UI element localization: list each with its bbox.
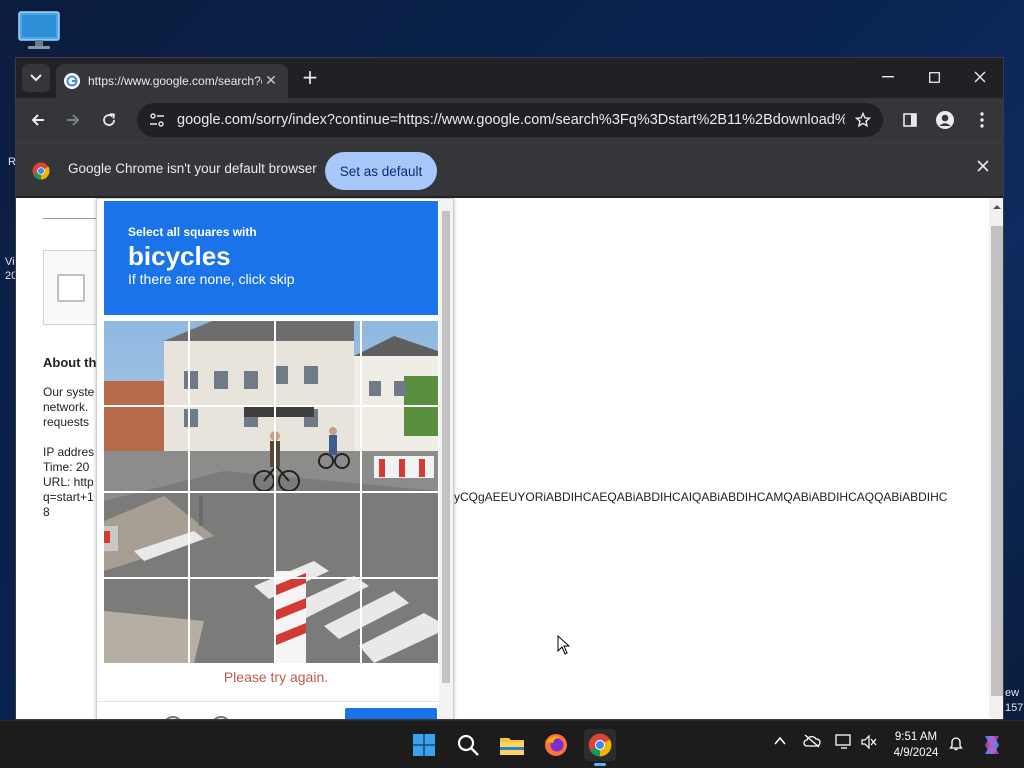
url-line: 8 — [43, 505, 50, 519]
image-grid[interactable] — [104, 321, 438, 663]
tab-title: https://www.google.com/search?q=start+11… — [88, 74, 262, 88]
volume-muted-icon[interactable] — [861, 734, 877, 750]
desktop-label-fragment: ew — [1005, 687, 1020, 699]
chevron-down-icon — [30, 74, 42, 82]
page-scrollbar[interactable] — [989, 198, 1004, 719]
more-vertical-icon — [980, 112, 984, 128]
chrome-menu-button[interactable] — [968, 106, 996, 134]
ip-line: IP addres — [43, 445, 95, 459]
recaptcha-challenge: Select all squares with bicycles If ther… — [96, 198, 454, 719]
minimize-icon — [882, 76, 894, 78]
desktop-label-fragment: 157 — [1005, 702, 1024, 714]
taskbar: 9:51 AM 4/9/2024 — [0, 720, 1024, 768]
toolbar: google.com/sorry/index?continue=https://… — [16, 98, 1003, 142]
arrow-left-icon — [31, 114, 44, 126]
chevron-up-icon[interactable] — [774, 735, 786, 747]
close-tab-icon[interactable]: ✕ — [262, 73, 280, 89]
active-indicator — [594, 763, 606, 766]
clock-time: 9:51 AM — [894, 731, 938, 743]
firefox-icon — [545, 734, 567, 756]
challenge-scrollbar-thumb[interactable] — [442, 211, 450, 683]
challenge-footer — [97, 701, 453, 719]
clock-date: 4/9/2024 — [893, 747, 939, 759]
search-button[interactable] — [452, 729, 484, 761]
copilot-button[interactable] — [978, 731, 1006, 759]
file-explorer-button[interactable] — [496, 729, 528, 761]
infobar-message: Google Chrome isn't your default browser — [68, 161, 317, 176]
default-browser-infobar: Google Chrome isn't your default browser… — [16, 142, 1003, 196]
divider — [43, 218, 103, 219]
search-icon — [457, 734, 479, 756]
about-heading: About th — [43, 355, 97, 370]
back-button[interactable] — [24, 106, 52, 134]
firefox-button[interactable] — [540, 729, 572, 761]
close-icon — [974, 71, 986, 83]
reload-button[interactable] — [95, 106, 123, 134]
scrollbar-thumb[interactable] — [991, 226, 1003, 696]
body-line: Our syste — [43, 385, 95, 399]
folder-icon — [500, 738, 524, 755]
challenge-scrollbar[interactable] — [439, 199, 453, 719]
network-icon[interactable] — [835, 734, 853, 750]
this-pc-icon[interactable] — [16, 10, 62, 52]
time-line: Time: 20 — [43, 460, 90, 474]
chrome-window: https://www.google.com/search?q=start+11… — [15, 57, 1004, 720]
maximize-icon — [928, 71, 940, 83]
profile-button[interactable] — [931, 106, 959, 134]
side-panel-icon — [903, 113, 917, 127]
body-line: network. — [43, 400, 89, 414]
verify-button[interactable] — [345, 708, 437, 719]
cloud-offline-icon[interactable] — [803, 734, 821, 748]
url-line: q=start+1 — [43, 490, 94, 504]
google-favicon-icon — [64, 73, 80, 89]
url-line: URL: http — [43, 475, 94, 489]
challenge-header: Select all squares with bicycles If ther… — [104, 201, 438, 315]
system-clock[interactable]: 9:51 AM 4/9/2024 — [884, 729, 948, 761]
instruction-text: Select all squares with — [128, 225, 257, 239]
forward-button[interactable] — [59, 106, 87, 134]
notification-bell-icon[interactable] — [949, 735, 963, 751]
desktop-label-fragment: Vi — [5, 256, 15, 268]
target-object-label: bicycles — [128, 241, 231, 271]
set-as-default-button[interactable]: Set as default — [325, 152, 437, 190]
recaptcha-checkbox[interactable] — [57, 274, 85, 302]
error-message: Please try again. — [223, 669, 329, 685]
mouse-cursor-icon — [557, 635, 571, 655]
start-button[interactable] — [408, 729, 440, 761]
chrome-taskbar-button[interactable] — [584, 729, 616, 766]
skip-instruction: If there are none, click skip — [128, 271, 295, 287]
arrow-right-icon — [67, 114, 80, 126]
tab-search-button[interactable] — [22, 64, 50, 92]
windows-logo-icon — [413, 734, 435, 756]
chrome-logo-icon — [32, 162, 50, 180]
url-text: google.com/sorry/index?continue=https://… — [177, 112, 845, 128]
title-bar: https://www.google.com/search?q=start+11… — [16, 58, 1003, 98]
reload-icon — [103, 113, 116, 126]
site-settings-icon[interactable] — [149, 112, 165, 128]
long-token-text: yCQgAEEUYORiABDIHCAEQABiABDIHCAIQABiABDI… — [454, 490, 948, 504]
recaptcha-anchor-box — [43, 250, 103, 325]
side-panel-button[interactable] — [896, 106, 924, 134]
tab-google-search[interactable]: https://www.google.com/search?q=start+11… — [56, 64, 288, 98]
chrome-icon — [588, 733, 612, 757]
scroll-up-icon[interactable] — [989, 201, 1004, 213]
body-line: requests — [43, 415, 90, 429]
minimize-button[interactable] — [865, 58, 911, 96]
close-window-button[interactable] — [957, 58, 1003, 96]
bookmark-star-icon[interactable] — [855, 112, 871, 128]
close-infobar-icon[interactable] — [977, 160, 989, 172]
address-bar[interactable]: google.com/sorry/index?continue=https://… — [137, 103, 883, 137]
page-content: About th Our syste network. requests IP … — [16, 198, 1004, 719]
profile-avatar-icon — [936, 111, 954, 129]
maximize-button[interactable] — [911, 58, 957, 96]
new-tab-button[interactable]: + — [298, 66, 322, 90]
copilot-icon — [985, 736, 999, 754]
